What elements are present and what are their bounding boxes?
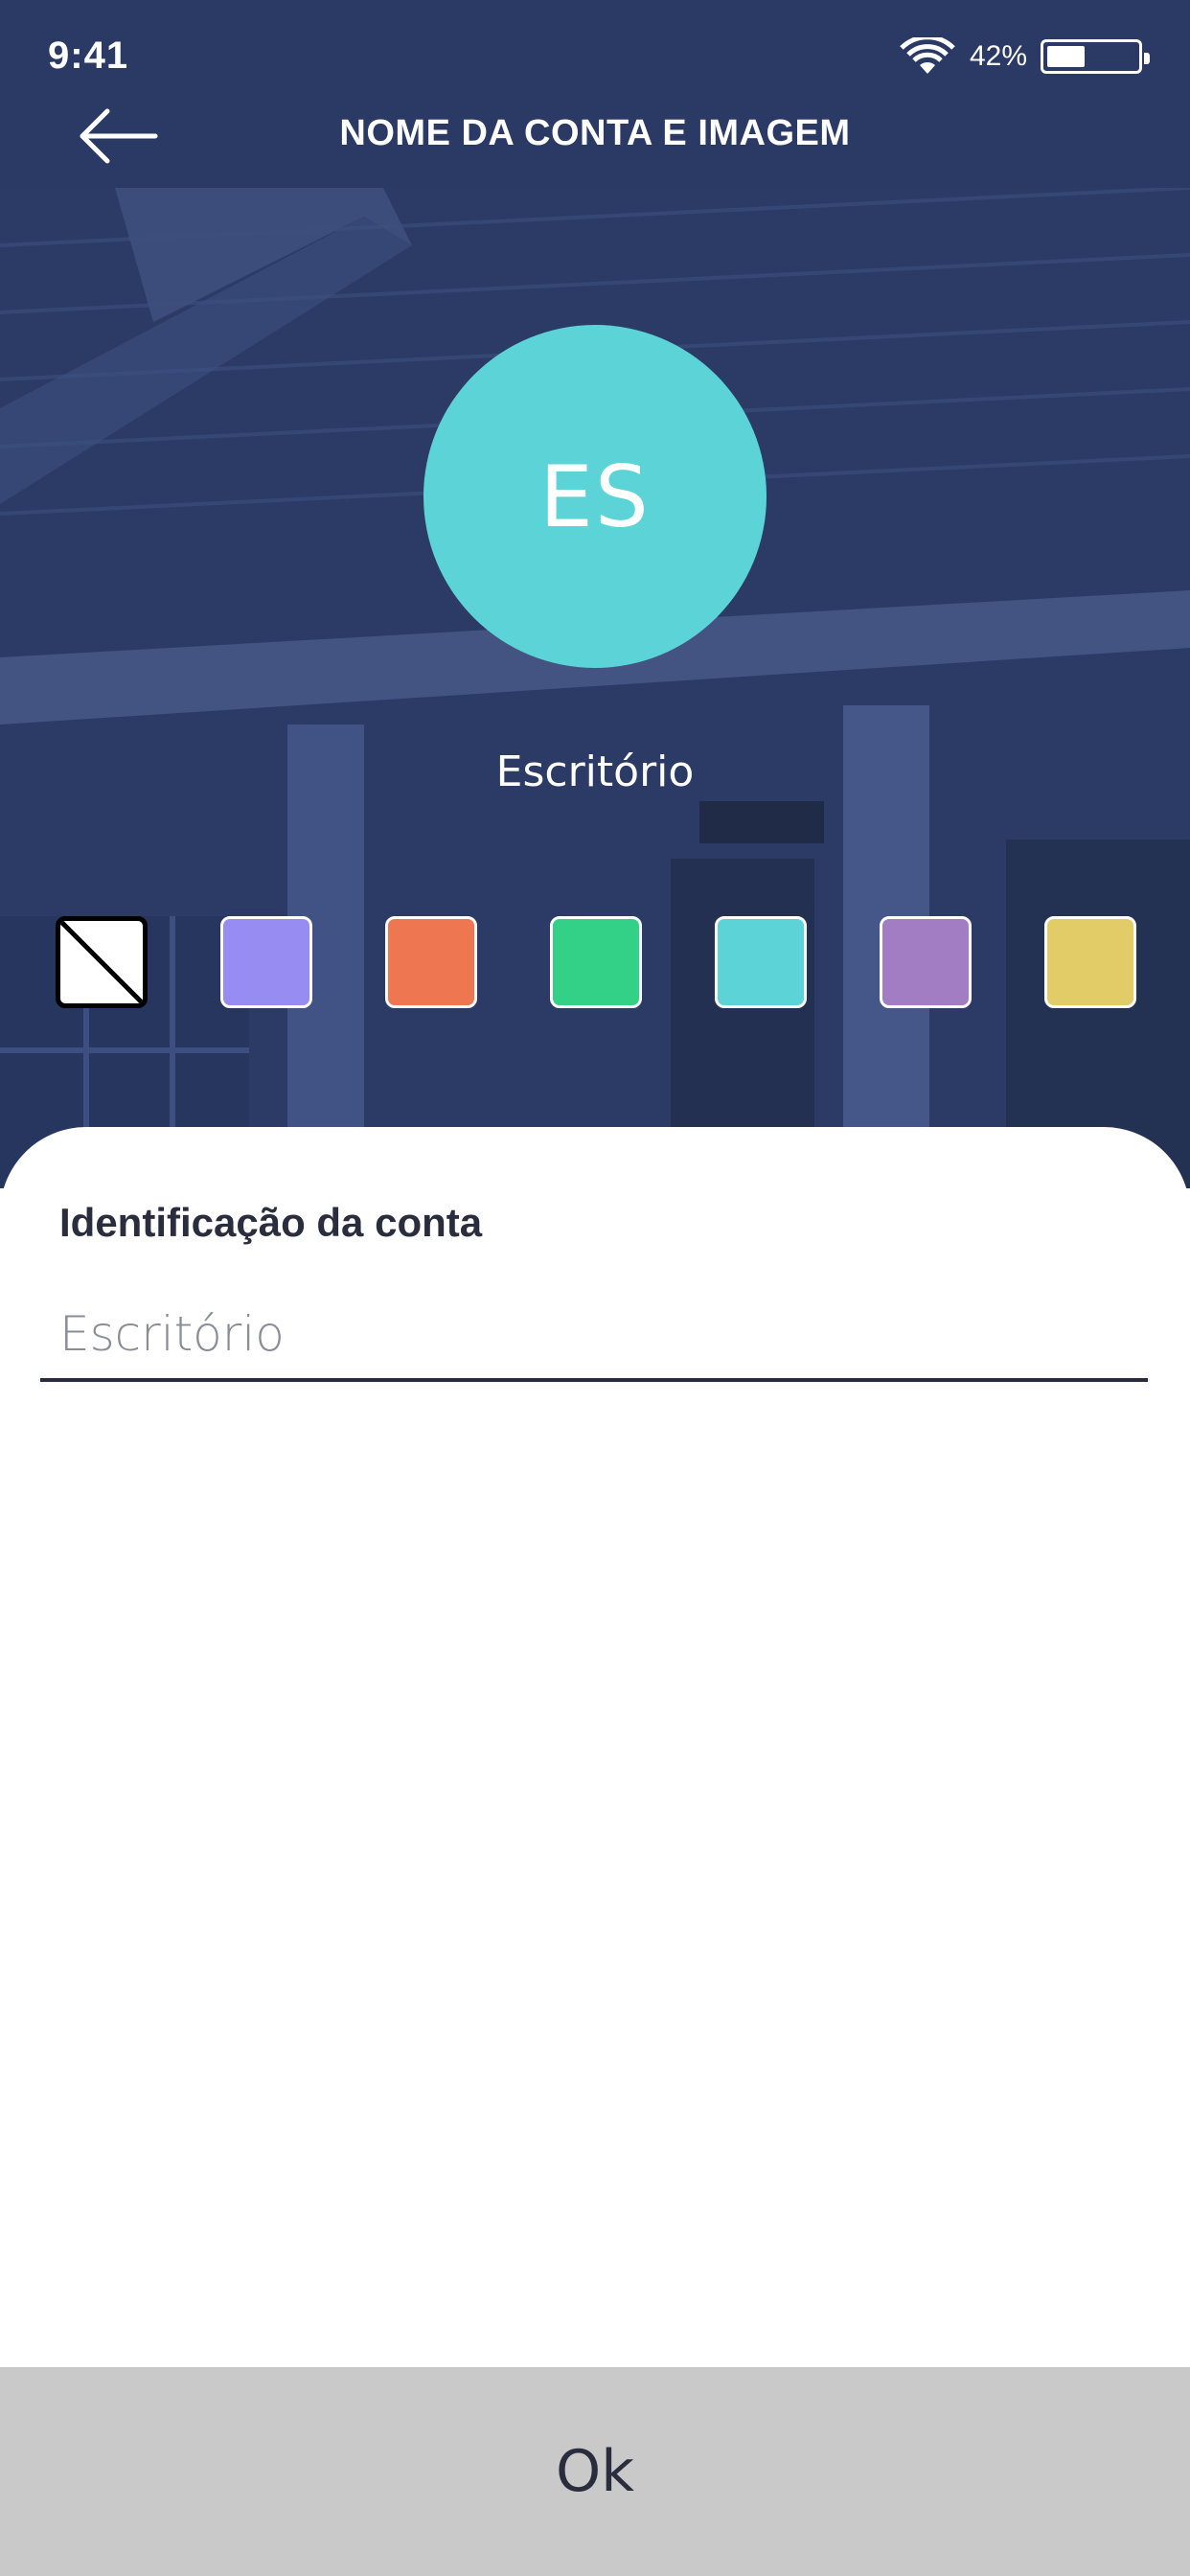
no-color-icon: [60, 921, 143, 1003]
account-name-input[interactable]: [40, 1290, 1148, 1382]
color-swatch-turquoise[interactable]: [715, 916, 807, 1008]
avatar-initials: ES: [539, 447, 651, 546]
color-swatch-coral[interactable]: [385, 916, 477, 1008]
color-swatch-purple[interactable]: [880, 916, 972, 1008]
ok-button-label: Ok: [556, 2438, 634, 2505]
account-id-label: Identificação da conta: [59, 1200, 483, 1245]
ok-button[interactable]: Ok: [0, 2367, 1190, 2576]
wifi-icon: [900, 37, 955, 74]
avatar[interactable]: ES: [423, 325, 767, 668]
status-indicators: 42%: [899, 34, 1150, 79]
battery-fill: [1047, 46, 1085, 67]
color-swatch-green[interactable]: [550, 916, 642, 1008]
color-swatches: [0, 916, 1190, 1008]
top-bar: [0, 0, 1190, 188]
status-time: 9:41: [48, 34, 129, 77]
screen: 9:41 42% NOME DA CONTA E IMAGEM ES Escri…: [0, 0, 1190, 2576]
page-title: NOME DA CONTA E IMAGEM: [339, 113, 851, 153]
color-swatch-yellow[interactable]: [1044, 916, 1136, 1008]
battery-percent: 42%: [969, 40, 1027, 72]
color-swatch-lavender[interactable]: [220, 916, 312, 1008]
account-name: Escritório: [495, 748, 695, 796]
color-swatch-none[interactable]: [56, 916, 148, 1008]
battery-tip: [1144, 53, 1150, 64]
battery-icon: [1041, 39, 1150, 74]
